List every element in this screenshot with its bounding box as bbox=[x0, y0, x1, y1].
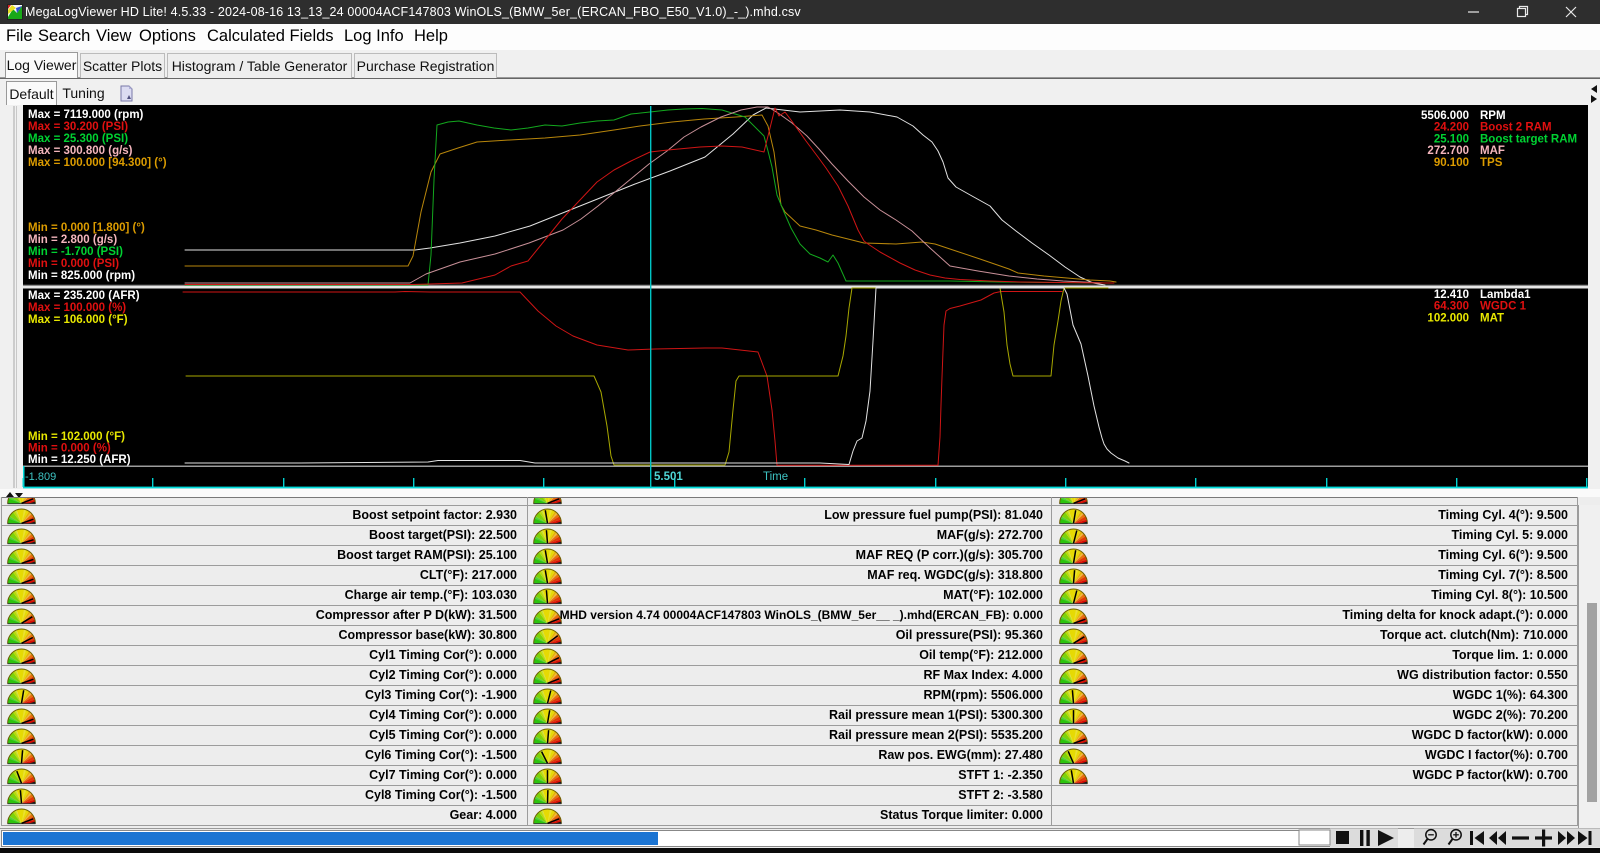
svg-text:MAT: MAT bbox=[1480, 312, 1504, 324]
svg-text:12.410: 12.410 bbox=[1434, 289, 1469, 301]
svg-text:Boost 2 RAM: Boost 2 RAM bbox=[1480, 122, 1552, 134]
svg-text:Max = 106.000 (°F): Max = 106.000 (°F) bbox=[28, 314, 128, 326]
svg-text:Min = 0.000 (PSI): Min = 0.000 (PSI) bbox=[28, 258, 119, 270]
svg-text:5.501: 5.501 bbox=[654, 471, 683, 483]
svg-text:Lambda1: Lambda1 bbox=[1480, 289, 1531, 301]
svg-text:Max = 100.000 [94.300] (°): Max = 100.000 [94.300] (°) bbox=[28, 157, 167, 169]
svg-text:Boost target RAM: Boost target RAM bbox=[1480, 133, 1577, 145]
svg-text:Max = 300.800 (g/s): Max = 300.800 (g/s) bbox=[28, 145, 133, 157]
svg-text:Max = 235.200 (AFR): Max = 235.200 (AFR) bbox=[28, 290, 140, 302]
svg-text:Time: Time bbox=[763, 471, 788, 483]
svg-text:102.000: 102.000 bbox=[1427, 312, 1469, 324]
svg-text:90.100: 90.100 bbox=[1434, 157, 1469, 169]
svg-text:Min = -1.700 (PSI): Min = -1.700 (PSI) bbox=[28, 246, 123, 258]
svg-text:272.700: 272.700 bbox=[1427, 145, 1469, 157]
svg-text:5506.000: 5506.000 bbox=[1421, 110, 1469, 122]
svg-text:TPS: TPS bbox=[1480, 157, 1503, 169]
svg-text:-1.809: -1.809 bbox=[25, 471, 56, 483]
svg-text:Min = 2.800 (g/s): Min = 2.800 (g/s) bbox=[28, 234, 117, 246]
svg-text:MAF: MAF bbox=[1480, 145, 1505, 157]
svg-text:Min = 102.000 (°F): Min = 102.000 (°F) bbox=[28, 431, 125, 443]
svg-text:24.200: 24.200 bbox=[1434, 122, 1469, 134]
svg-text:64.300: 64.300 bbox=[1434, 301, 1469, 313]
svg-text:Max = 30.200 (PSI): Max = 30.200 (PSI) bbox=[28, 121, 128, 133]
svg-text:Max = 7119.000 (rpm): Max = 7119.000 (rpm) bbox=[28, 109, 144, 121]
svg-text:Min = 12.250 (AFR): Min = 12.250 (AFR) bbox=[28, 454, 131, 466]
svg-text:Min = 825.000 (rpm): Min = 825.000 (rpm) bbox=[28, 270, 135, 282]
svg-text:Min = 0.000 (%): Min = 0.000 (%) bbox=[28, 443, 111, 455]
svg-text:25.100: 25.100 bbox=[1434, 133, 1469, 145]
svg-text:Max = 25.300 (PSI): Max = 25.300 (PSI) bbox=[28, 133, 128, 145]
svg-text:Max = 100.000 (%): Max = 100.000 (%) bbox=[28, 302, 126, 314]
svg-text:Min = 0.000 [1.800] (°): Min = 0.000 [1.800] (°) bbox=[28, 222, 145, 234]
svg-text:RPM: RPM bbox=[1480, 110, 1506, 122]
svg-text:WGDC 1: WGDC 1 bbox=[1480, 301, 1527, 313]
